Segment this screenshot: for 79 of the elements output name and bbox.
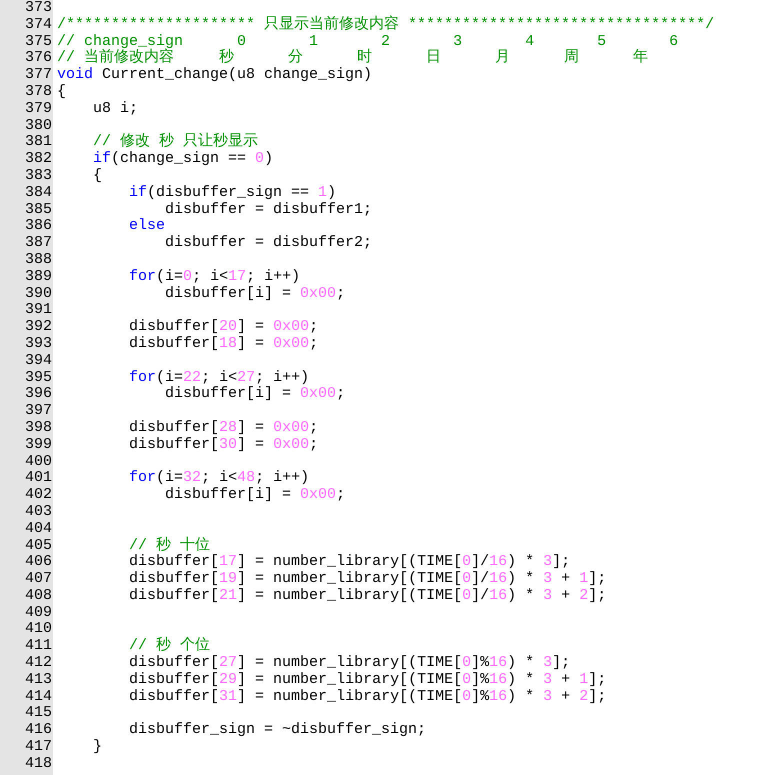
line-number: 379 <box>24 100 53 118</box>
code-line: if(change_sign == 0) <box>92 150 274 168</box>
line-number: 401 <box>24 470 53 488</box>
line-number: 417 <box>24 739 53 756</box>
code-line: // 秒 个位 <box>128 637 210 654</box>
line-number: 383 <box>24 168 53 185</box>
line-number: 374 <box>24 16 53 34</box>
line-number: 392 <box>24 319 53 336</box>
code-line: // 秒 十位 <box>128 536 210 554</box>
line-number: 415 <box>24 705 53 722</box>
code-line: disbuffer[i] = 0x00; <box>164 284 346 302</box>
code-line: for(i=22; i<27; i++) <box>128 368 310 386</box>
code-line: // 修改 秒 只让秒显示 <box>92 133 258 150</box>
line-number: 403 <box>24 504 53 521</box>
code-line: disbuffer[i] = 0x00; <box>164 385 346 402</box>
line-number: 376 <box>24 50 53 68</box>
code-line: disbuffer[17] = number_library[(TIME[0]/16) * 3]; <box>128 553 570 570</box>
code-line: disbuffer[21] = number_library[(TIME[0]/16) * 3 + 2]; <box>128 586 606 604</box>
code-line: disbuffer[29] = number_library[(TIME[0]%16) * 3 + 1]; <box>128 670 606 688</box>
code-line: { <box>92 166 102 184</box>
code-line: disbuffer[31] = number_library[(TIME[0]%16) * 3 + 2]; <box>128 688 606 705</box>
code-line: for(i=0; i<17; i++) <box>128 268 300 285</box>
code-line: disbuffer = disbuffer2; <box>164 234 372 252</box>
line-number: 384 <box>24 184 53 202</box>
code-line: if(disbuffer_sign == 1) <box>128 184 336 201</box>
line-number: 373 <box>24 0 53 17</box>
code-line: { <box>57 82 66 100</box>
line-number: 404 <box>24 520 53 538</box>
line-number: 375 <box>24 34 53 50</box>
code-line: disbuffer = disbuffer1; <box>164 200 372 218</box>
code-line: else <box>128 217 166 234</box>
code-line: disbuffer[20] = 0x00; <box>128 318 318 336</box>
code-line: u8 i; <box>92 100 138 117</box>
line-number: 397 <box>24 403 53 420</box>
line-number: 409 <box>24 604 53 622</box>
line-number: 412 <box>24 655 53 672</box>
line-number: 393 <box>24 336 53 353</box>
code-line: disbuffer_sign = ~disbuffer_sign; <box>128 721 426 738</box>
line-number: 418 <box>24 756 53 773</box>
line-number: 411 <box>24 638 53 656</box>
line-number: 391 <box>24 302 53 320</box>
line-number: 408 <box>24 588 53 605</box>
line-number: 405 <box>24 538 53 554</box>
code-line: // 当前修改内容 秒 分 时 日 月 周 年 <box>57 49 648 66</box>
code-line: disbuffer[18] = 0x00; <box>128 334 318 352</box>
line-number: 394 <box>24 352 53 370</box>
line-number: 382 <box>24 151 53 168</box>
code-line: disbuffer[28] = 0x00; <box>128 418 318 436</box>
line-number: 399 <box>24 436 53 454</box>
line-number: 406 <box>24 554 53 572</box>
line-number: 398 <box>24 420 53 437</box>
line-number: 390 <box>24 286 53 302</box>
code-line: disbuffer[i] = 0x00; <box>164 486 346 504</box>
line-number: 388 <box>24 252 53 269</box>
code-line: disbuffer[27] = number_library[(TIME[0]%16) * 3]; <box>128 654 570 672</box>
line-number: 400 <box>24 454 53 470</box>
line-number: 402 <box>24 487 53 504</box>
line-number: 407 <box>24 571 53 588</box>
line-number: 413 <box>24 672 53 689</box>
line-number: 410 <box>24 621 53 638</box>
line-number: 377 <box>24 67 53 84</box>
code-line: disbuffer[30] = 0x00; <box>128 436 318 453</box>
line-number: 385 <box>24 202 53 218</box>
line-number: 414 <box>24 688 53 706</box>
line-number: 389 <box>24 268 53 286</box>
line-number: 395 <box>24 370 53 386</box>
line-number: 380 <box>24 118 53 134</box>
line-number: 396 <box>24 386 53 404</box>
code-line: } <box>92 738 102 756</box>
code-line: void Current_change(u8 change_sign) <box>57 66 372 84</box>
code-line: // change_sign 0 1 2 3 4 5 6 <box>57 32 678 50</box>
line-number: 387 <box>24 235 53 252</box>
code-line: for(i=32; i<48; i++) <box>128 469 310 486</box>
line-number: 386 <box>24 218 53 236</box>
line-number: 381 <box>24 134 53 152</box>
code-line: /********************* 只显示当前修改内容 *********************************/ <box>57 16 714 33</box>
line-number: 416 <box>24 722 53 740</box>
code-line: disbuffer[19] = number_library[(TIME[0]/16) * 3 + 1]; <box>128 570 606 588</box>
line-number: 378 <box>24 84 53 101</box>
